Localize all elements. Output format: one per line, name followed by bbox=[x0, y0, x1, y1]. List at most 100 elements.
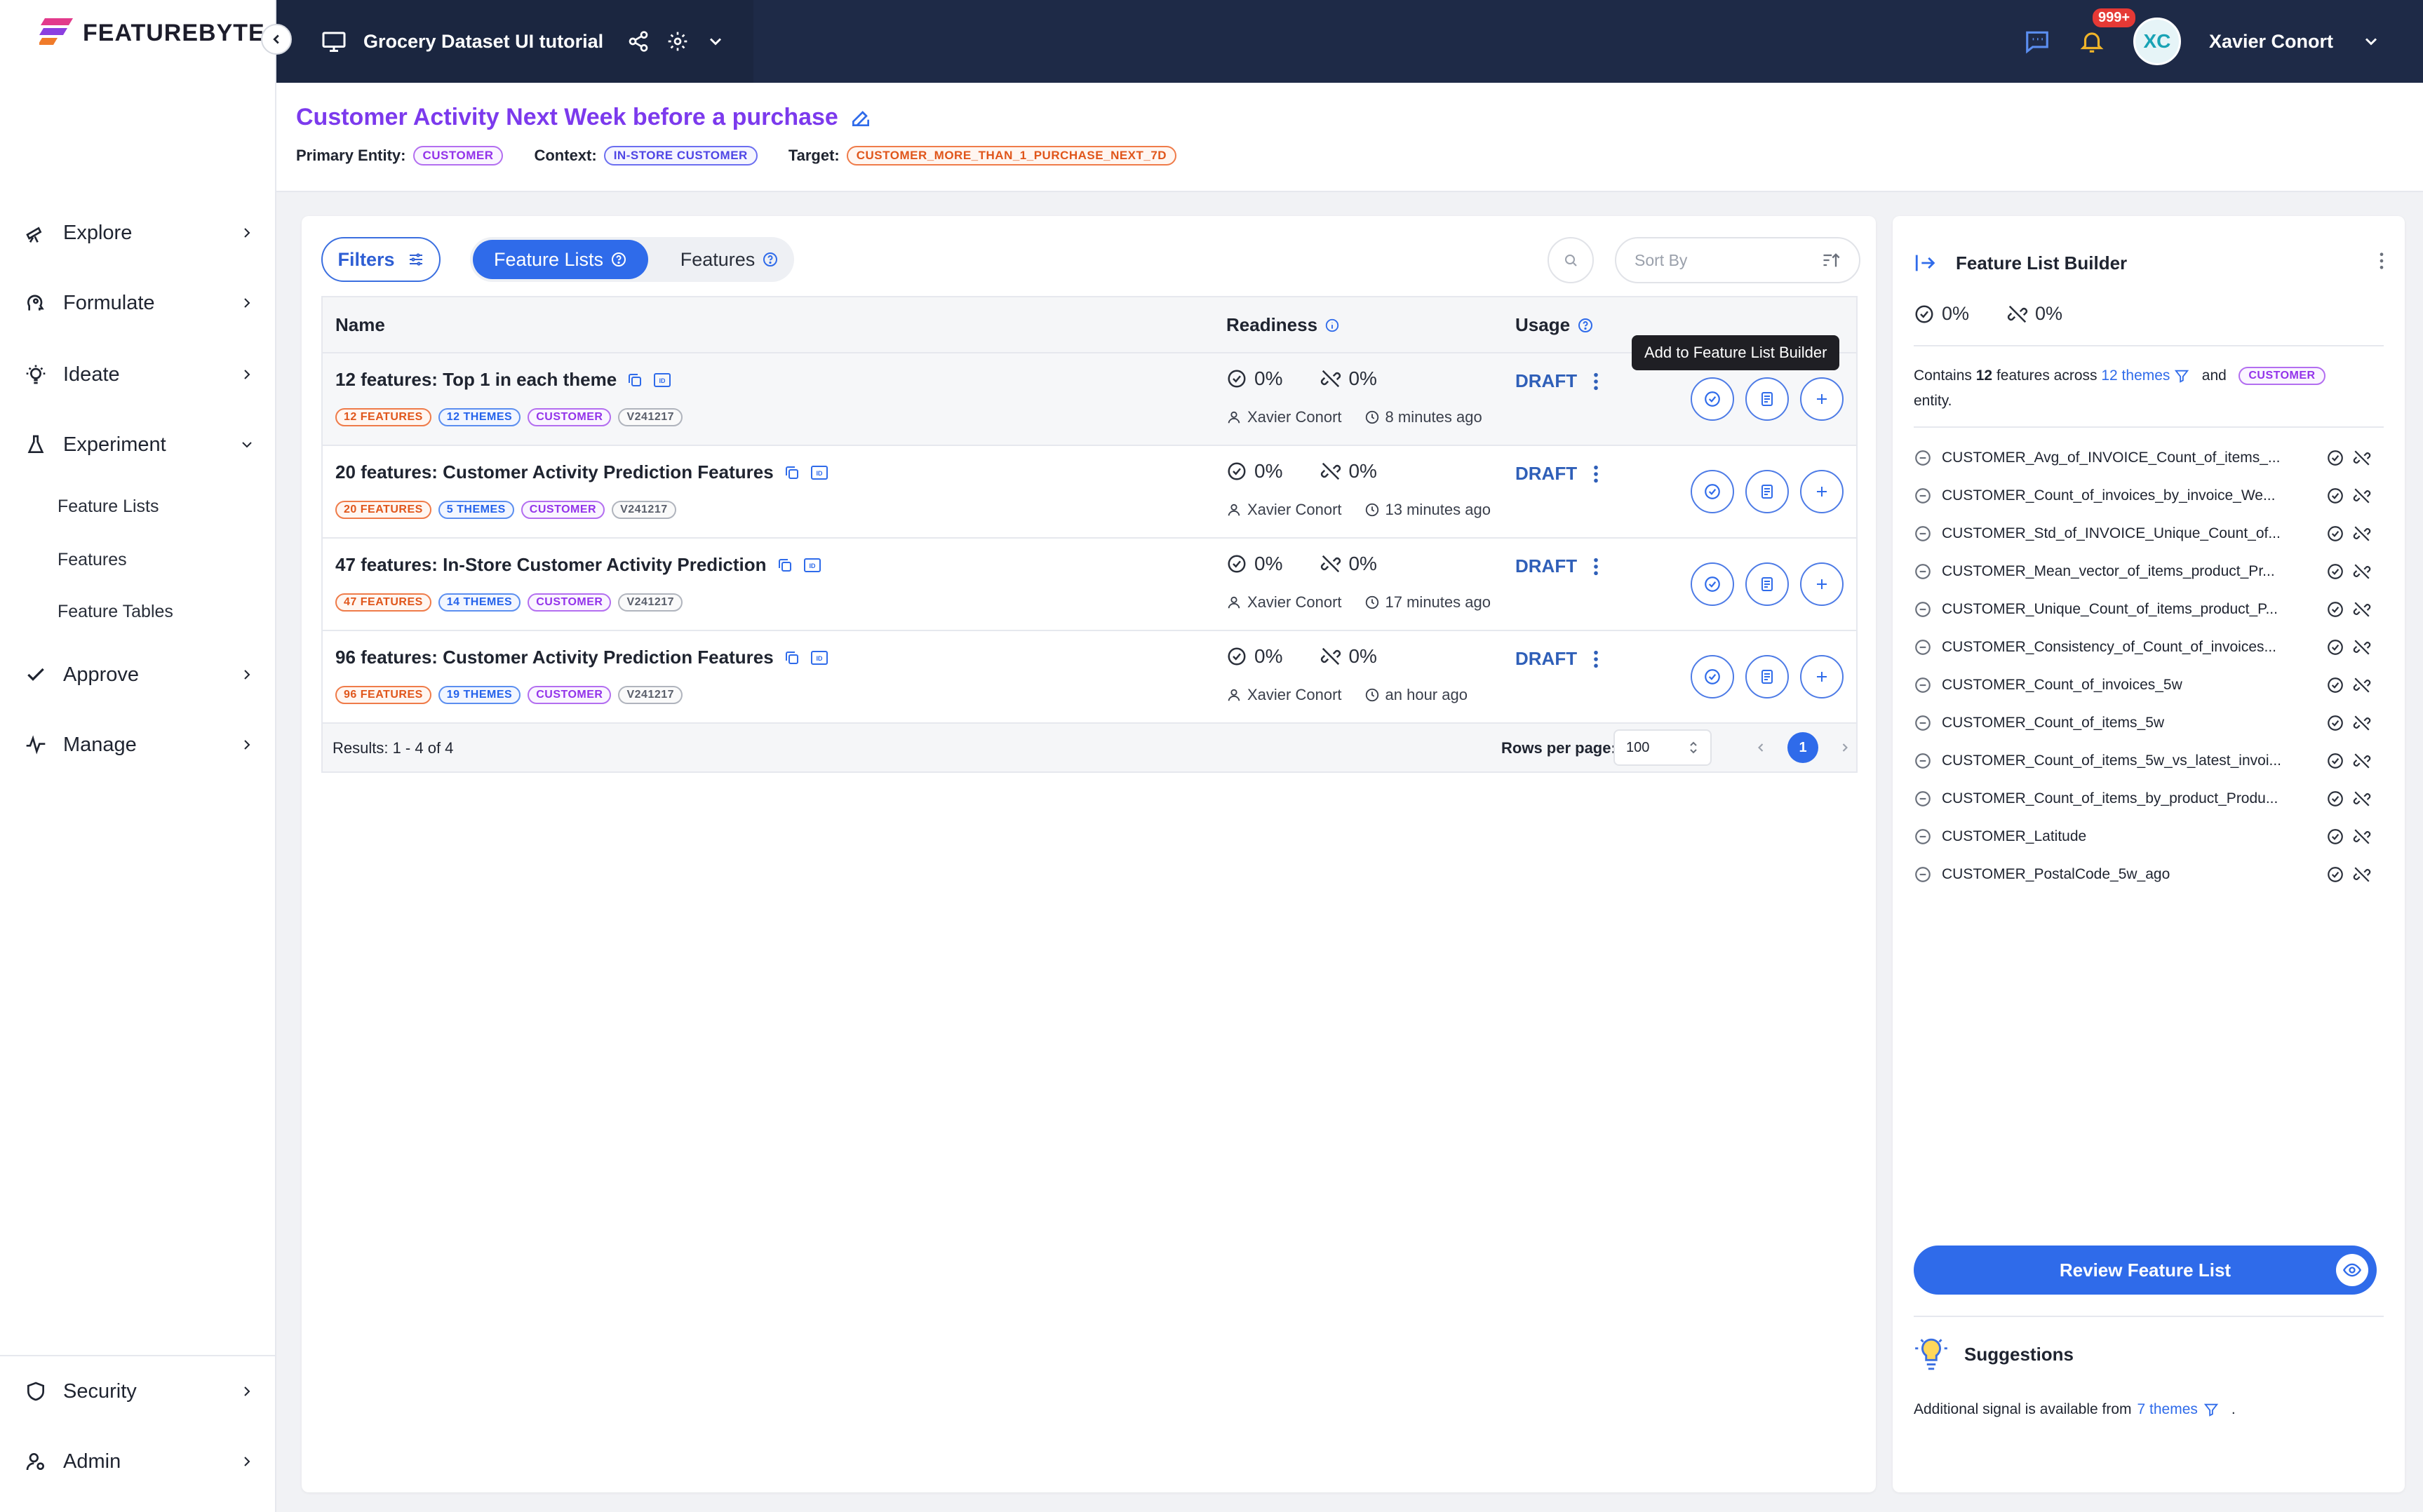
details-button[interactable] bbox=[1745, 377, 1789, 421]
chevron-down-icon[interactable] bbox=[706, 32, 725, 51]
review-feature-list-button[interactable]: Review Feature List bbox=[1914, 1246, 2377, 1295]
subnav-feature-lists[interactable]: Feature Lists bbox=[58, 497, 159, 517]
subnav-feature-tables[interactable]: Feature Tables bbox=[58, 602, 173, 622]
feature-list-name[interactable]: 96 features: Customer Activity Predictio… bbox=[335, 647, 774, 668]
column-name[interactable]: Name bbox=[335, 314, 385, 336]
remove-circle-icon[interactable] bbox=[1914, 676, 1932, 694]
list-item[interactable]: CUSTOMER_Unique_Count_of_items_product_P… bbox=[1914, 590, 2384, 628]
add-to-builder-button[interactable] bbox=[1800, 470, 1844, 513]
sidebar-item-formulate[interactable]: Formulate bbox=[24, 282, 255, 324]
add-to-builder-button[interactable] bbox=[1800, 655, 1844, 698]
list-item[interactable]: CUSTOMER_Latitude bbox=[1914, 818, 2384, 856]
table-row[interactable]: 47 features: In-Store Customer Activity … bbox=[321, 539, 1858, 631]
next-page-icon[interactable] bbox=[1838, 741, 1852, 755]
remove-circle-icon[interactable] bbox=[1914, 449, 1932, 467]
copy-icon[interactable] bbox=[626, 372, 643, 389]
add-to-builder-button[interactable] bbox=[1800, 377, 1844, 421]
table-row[interactable]: 96 features: Customer Activity Predictio… bbox=[321, 631, 1858, 724]
feature-list-name[interactable]: 20 features: Customer Activity Predictio… bbox=[335, 461, 774, 483]
kebab-menu-icon[interactable] bbox=[2378, 251, 2385, 271]
list-item[interactable]: CUSTOMER_Count_of_items_5w bbox=[1914, 704, 2384, 742]
sidebar-item-experiment[interactable]: Experiment bbox=[24, 424, 255, 466]
user-name[interactable]: Xavier Conort bbox=[2209, 31, 2333, 53]
table-row[interactable]: 20 features: Customer Activity Predictio… bbox=[321, 446, 1858, 539]
edit-icon[interactable] bbox=[850, 107, 872, 129]
chevron-down-icon[interactable] bbox=[2361, 32, 2381, 51]
subnav-features[interactable]: Features bbox=[58, 550, 127, 570]
details-button[interactable] bbox=[1745, 655, 1789, 698]
kebab-menu-icon[interactable] bbox=[1592, 557, 1599, 576]
list-item[interactable]: CUSTOMER_Consistency_of_Count_of_invoice… bbox=[1914, 628, 2384, 666]
sidebar-item-manage[interactable]: Manage bbox=[24, 724, 255, 766]
approve-button[interactable] bbox=[1691, 377, 1734, 421]
share-icon[interactable] bbox=[627, 30, 650, 53]
avatar[interactable]: XC bbox=[2133, 18, 2181, 65]
list-item[interactable]: CUSTOMER_Avg_of_INVOICE_Count_of_items_.… bbox=[1914, 439, 2384, 477]
list-item[interactable]: CUSTOMER_PostalCode_5w_ago bbox=[1914, 856, 2384, 893]
table-row[interactable]: 12 features: Top 1 in each theme ID 12 F… bbox=[321, 353, 1858, 446]
list-item[interactable]: CUSTOMER_Count_of_invoices_by_invoice_We… bbox=[1914, 477, 2384, 515]
approve-button[interactable] bbox=[1691, 655, 1734, 698]
details-button[interactable] bbox=[1745, 562, 1789, 606]
list-item[interactable]: CUSTOMER_Std_of_INVOICE_Unique_Count_of.… bbox=[1914, 515, 2384, 553]
approve-button[interactable] bbox=[1691, 562, 1734, 606]
remove-circle-icon[interactable] bbox=[1914, 525, 1932, 543]
list-item[interactable]: CUSTOMER_Count_of_invoices_5w bbox=[1914, 666, 2384, 704]
sidebar-item-admin[interactable]: Admin bbox=[24, 1440, 255, 1483]
rows-per-page-select[interactable]: 100 bbox=[1613, 729, 1712, 766]
remove-circle-icon[interactable] bbox=[1914, 828, 1932, 846]
column-usage[interactable]: Usage bbox=[1515, 314, 1594, 336]
id-icon[interactable]: ID bbox=[653, 372, 671, 389]
notifications[interactable]: 999+ bbox=[2079, 7, 2137, 55]
gear-icon[interactable] bbox=[666, 30, 689, 53]
tab-features[interactable]: Features bbox=[666, 240, 793, 279]
feature-list-name[interactable]: 47 features: In-Store Customer Activity … bbox=[335, 554, 767, 576]
kebab-menu-icon[interactable] bbox=[1592, 464, 1599, 484]
approve-button[interactable] bbox=[1691, 470, 1734, 513]
sidebar-item-security[interactable]: Security bbox=[24, 1370, 255, 1412]
filter-icon[interactable] bbox=[2174, 368, 2189, 384]
list-item[interactable]: CUSTOMER_Mean_vector_of_items_product_Pr… bbox=[1914, 553, 2384, 590]
target-tag[interactable]: CUSTOMER_MORE_THAN_1_PURCHASE_NEXT_7D bbox=[846, 146, 1177, 166]
remove-circle-icon[interactable] bbox=[1914, 790, 1932, 808]
brand-logo[interactable]: FEATUREBYTE bbox=[39, 17, 265, 49]
copy-icon[interactable] bbox=[784, 649, 800, 666]
search-button[interactable] bbox=[1548, 237, 1594, 283]
id-icon[interactable]: ID bbox=[810, 649, 828, 666]
list-item[interactable]: CUSTOMER_Count_of_items_5w_vs_latest_inv… bbox=[1914, 742, 2384, 780]
add-to-builder-button[interactable] bbox=[1800, 562, 1844, 606]
sidebar-item-approve[interactable]: Approve bbox=[24, 654, 255, 696]
collapse-panel-icon[interactable] bbox=[1914, 251, 1938, 275]
column-readiness[interactable]: Readiness bbox=[1226, 314, 1340, 336]
remove-circle-icon[interactable] bbox=[1914, 600, 1932, 619]
details-button[interactable] bbox=[1745, 470, 1789, 513]
sidebar-item-explore[interactable]: Explore bbox=[24, 212, 255, 254]
primary-entity-tag[interactable]: CUSTOMER bbox=[412, 146, 504, 166]
suggestion-themes-link[interactable]: 7 themes bbox=[2137, 1401, 2198, 1418]
context-tag[interactable]: IN-STORE CUSTOMER bbox=[603, 146, 758, 166]
remove-circle-icon[interactable] bbox=[1914, 638, 1932, 656]
tab-feature-lists[interactable]: Feature Lists bbox=[473, 240, 648, 279]
sort-select[interactable]: Sort By bbox=[1615, 237, 1860, 283]
sidebar-item-ideate[interactable]: Ideate bbox=[24, 353, 255, 396]
filter-icon[interactable] bbox=[2203, 1402, 2219, 1417]
kebab-menu-icon[interactable] bbox=[1592, 649, 1599, 669]
filters-button[interactable]: Filters bbox=[321, 237, 441, 282]
remove-circle-icon[interactable] bbox=[1914, 487, 1932, 505]
remove-circle-icon[interactable] bbox=[1914, 865, 1932, 884]
remove-circle-icon[interactable] bbox=[1914, 752, 1932, 770]
id-icon[interactable]: ID bbox=[810, 464, 828, 481]
list-item[interactable]: CUSTOMER_Count_of_items_by_product_Produ… bbox=[1914, 780, 2384, 818]
remove-circle-icon[interactable] bbox=[1914, 562, 1932, 581]
prev-page-icon[interactable] bbox=[1754, 741, 1768, 755]
feature-list-name[interactable]: 12 features: Top 1 in each theme bbox=[335, 369, 617, 391]
copy-icon[interactable] bbox=[784, 464, 800, 481]
themes-link[interactable]: 12 themes bbox=[2101, 367, 2170, 384]
id-icon[interactable]: ID bbox=[803, 557, 821, 574]
remove-circle-icon[interactable] bbox=[1914, 714, 1932, 732]
copy-icon[interactable] bbox=[777, 557, 793, 574]
chat-icon[interactable] bbox=[2024, 28, 2051, 55]
kebab-menu-icon[interactable] bbox=[1592, 372, 1599, 391]
collapse-sidebar-button[interactable] bbox=[261, 24, 292, 55]
project-title[interactable]: Grocery Dataset UI tutorial bbox=[363, 31, 603, 53]
